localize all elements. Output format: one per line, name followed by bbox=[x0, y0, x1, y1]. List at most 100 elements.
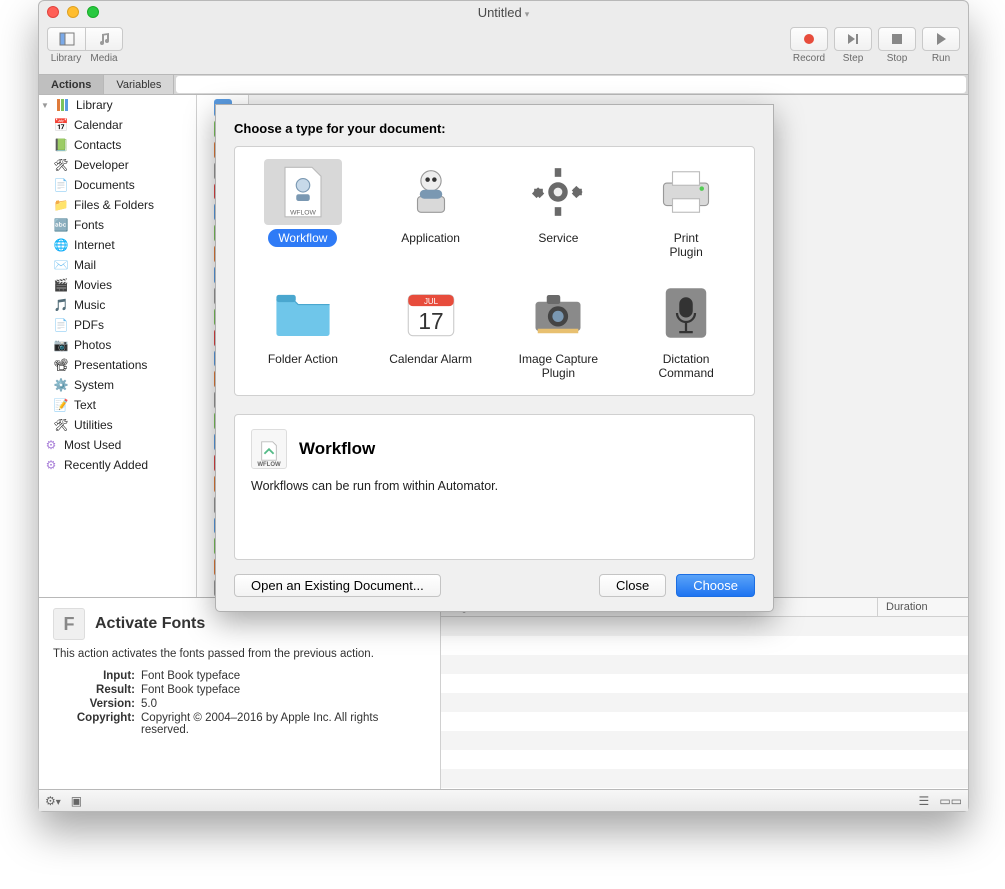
category-icon: 📽 bbox=[53, 357, 69, 373]
info-title-text: Activate Fonts bbox=[95, 615, 205, 633]
actions-tab[interactable]: Actions bbox=[39, 75, 104, 94]
gear-menu-icon[interactable]: ⚙︎▾ bbox=[45, 794, 61, 808]
sidebar-item-label: Internet bbox=[74, 238, 115, 252]
run-label: Run bbox=[932, 53, 950, 64]
sidebar-item-label: Calendar bbox=[74, 118, 123, 132]
robot-icon bbox=[392, 159, 470, 225]
svg-text:17: 17 bbox=[418, 308, 443, 334]
variables-toggle-icon[interactable]: ▣ bbox=[71, 794, 82, 808]
open-existing-button[interactable]: Open an Existing Document... bbox=[234, 574, 441, 597]
cal17-icon: JUL 17 bbox=[392, 280, 470, 346]
info-key: Version: bbox=[53, 698, 141, 710]
close-button[interactable]: Close bbox=[599, 574, 666, 597]
traffic-lights bbox=[47, 6, 99, 18]
type-folder-action[interactable]: Folder Action bbox=[243, 280, 363, 383]
sidebar-item-developer[interactable]: 🛠Developer bbox=[39, 155, 196, 175]
run-button[interactable]: Run bbox=[922, 27, 960, 64]
mic-icon bbox=[647, 280, 725, 346]
step-label: Step bbox=[843, 53, 864, 64]
close-window-button[interactable] bbox=[47, 6, 59, 18]
variables-tab[interactable]: Variables bbox=[104, 75, 174, 94]
sidebar-item-music[interactable]: 🎵Music bbox=[39, 295, 196, 315]
type-calendar-alarm[interactable]: JUL17Calendar Alarm bbox=[371, 280, 491, 383]
category-icon: 🎬 bbox=[53, 277, 69, 293]
category-icon: 📝 bbox=[53, 397, 69, 413]
sidebar-item-files-folders[interactable]: 📁Files & Folders bbox=[39, 195, 196, 215]
sidebar-item-fonts[interactable]: 🔤Fonts bbox=[39, 215, 196, 235]
sidebar-item-label: Mail bbox=[74, 258, 96, 272]
category-icon: 📄 bbox=[53, 317, 69, 333]
media-label: Media bbox=[90, 53, 117, 64]
type-workflow[interactable]: WFLOWWorkflow bbox=[243, 159, 363, 262]
info-value: Font Book typeface bbox=[141, 670, 426, 682]
titlebar: Untitled▾ bbox=[39, 1, 968, 23]
sidebar-item-mail[interactable]: ✉️Mail bbox=[39, 255, 196, 275]
sidebar-smart-recently-added[interactable]: ⚙︎Recently Added bbox=[39, 455, 196, 475]
sidebar-item-label: Photos bbox=[74, 338, 111, 352]
maximize-window-button[interactable] bbox=[87, 6, 99, 18]
step-button[interactable]: Step bbox=[834, 27, 872, 64]
sidebar-item-label: Text bbox=[74, 398, 96, 412]
bottom-panels: F Activate Fonts This action activates t… bbox=[39, 597, 968, 789]
disclosure-triangle-icon[interactable]: ▼ bbox=[41, 101, 50, 110]
info-row: Version:5.0 bbox=[53, 698, 426, 710]
type-label: Application bbox=[391, 229, 470, 247]
sheet-buttons: Open an Existing Document... Close Choos… bbox=[234, 574, 755, 597]
media-button[interactable]: Media bbox=[85, 27, 123, 64]
sidebar-item-internet[interactable]: 🌐Internet bbox=[39, 235, 196, 255]
sidebar-item-contacts[interactable]: 📗 Contacts bbox=[39, 135, 196, 155]
status-bar: ⚙︎▾ ▣ ☰ ▭▭ bbox=[39, 789, 968, 811]
sidebar-item-label: System bbox=[74, 378, 114, 392]
play-icon bbox=[933, 31, 949, 47]
sidebar-item-label: PDFs bbox=[74, 318, 104, 332]
sidebar-item-presentations[interactable]: 📽Presentations bbox=[39, 355, 196, 375]
flow-view-icon[interactable]: ▭▭ bbox=[939, 794, 962, 808]
sidebar-item-calendar[interactable]: 📅 Calendar bbox=[39, 115, 196, 135]
music-note-icon bbox=[96, 31, 112, 47]
category-icon: 📄 bbox=[53, 177, 69, 193]
chevron-down-icon[interactable]: ▾ bbox=[525, 9, 530, 19]
list-view-icon[interactable]: ☰ bbox=[919, 794, 930, 808]
stop-label: Stop bbox=[887, 53, 908, 64]
type-service[interactable]: Service bbox=[499, 159, 619, 262]
category-icon: 📅 bbox=[53, 117, 69, 133]
svg-text:JUL: JUL bbox=[424, 297, 439, 306]
search-field[interactable] bbox=[176, 76, 966, 93]
type-image-capture-plugin[interactable]: Image CapturePlugin bbox=[499, 280, 619, 383]
duration-column[interactable]: Duration bbox=[878, 598, 968, 616]
record-button[interactable]: Record bbox=[790, 27, 828, 64]
workflow-doc-icon: WFLOW bbox=[251, 429, 287, 469]
stop-button[interactable]: Stop bbox=[878, 27, 916, 64]
library-sidebar: ▼ Library 📅 Calendar 📗 Contacts 🛠Developer 📄 D… bbox=[39, 95, 197, 597]
type-description-body: Workflows can be run from within Automat… bbox=[251, 479, 738, 493]
smart-folder-icon: ⚙︎ bbox=[43, 437, 59, 453]
sidebar-item-pdfs[interactable]: 📄 PDFs bbox=[39, 315, 196, 335]
sidebar-item-label: Documents bbox=[74, 178, 135, 192]
sidebar-item-label: Utilities bbox=[74, 418, 113, 432]
sidebar-item-label: Fonts bbox=[74, 218, 104, 232]
sidebar-smart-most-used[interactable]: ⚙︎Most Used bbox=[39, 435, 196, 455]
minimize-window-button[interactable] bbox=[67, 6, 79, 18]
type-label: Workflow bbox=[268, 229, 337, 247]
toolbar-left-group: Library Media bbox=[47, 27, 123, 64]
sidebar-icon bbox=[59, 31, 75, 47]
sidebar-item-label: Contacts bbox=[74, 138, 121, 152]
sidebar-item-label: Recently Added bbox=[64, 458, 148, 472]
sidebar-item-utilities[interactable]: 🛠Utilities bbox=[39, 415, 196, 435]
sidebar-root-library[interactable]: ▼ Library bbox=[39, 95, 196, 115]
sidebar-item-text[interactable]: 📝 Text bbox=[39, 395, 196, 415]
type-description-title: Workflow bbox=[299, 439, 375, 459]
type-dictation-command[interactable]: DictationCommand bbox=[626, 280, 746, 383]
category-icon: 📷 bbox=[53, 337, 69, 353]
category-icon: 📗 bbox=[53, 137, 69, 153]
sidebar-item-system[interactable]: ⚙️System bbox=[39, 375, 196, 395]
sidebar-item-documents[interactable]: 📄 Documents bbox=[39, 175, 196, 195]
sidebar-item-photos[interactable]: 📷 Photos bbox=[39, 335, 196, 355]
type-print-plugin[interactable]: PrintPlugin bbox=[626, 159, 746, 262]
sidebar-item-movies[interactable]: 🎬Movies bbox=[39, 275, 196, 295]
choose-button[interactable]: Choose bbox=[676, 574, 755, 597]
library-toggle-button[interactable]: Library bbox=[47, 27, 85, 64]
type-application[interactable]: Application bbox=[371, 159, 491, 262]
log-rows bbox=[441, 617, 968, 789]
library-icon bbox=[55, 97, 71, 113]
